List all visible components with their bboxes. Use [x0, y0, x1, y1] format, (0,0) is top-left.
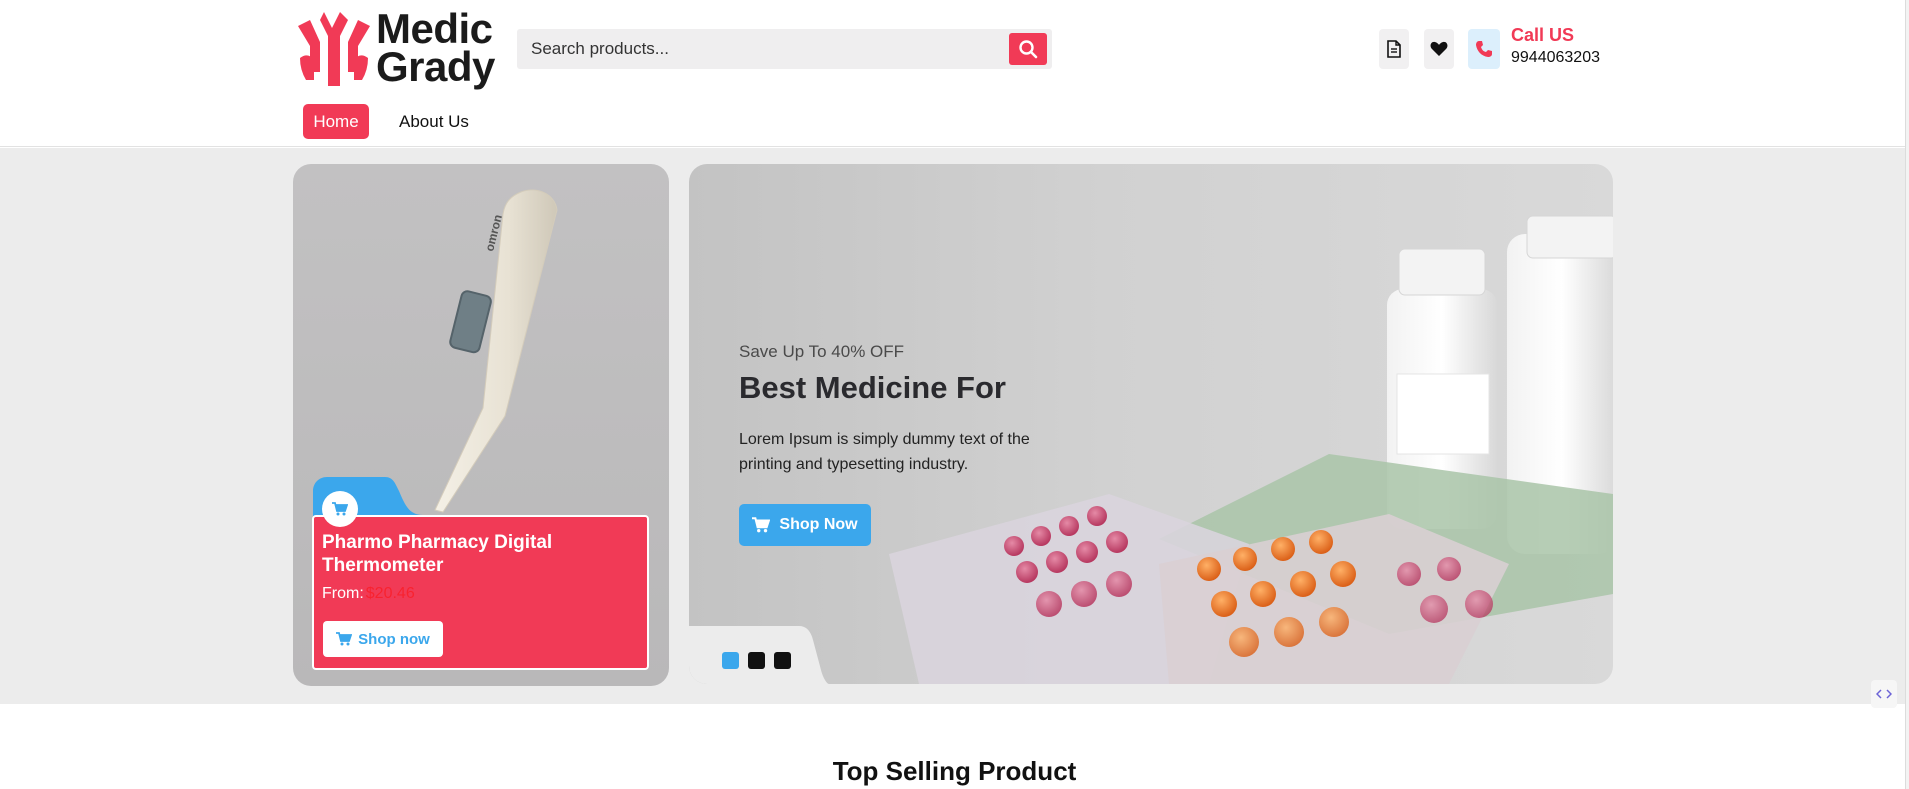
medicine-image — [889, 215, 1613, 684]
cart-icon — [752, 517, 771, 533]
hero-slider: Save Up To 40% OFF Best Medicine For Lor… — [689, 164, 1613, 684]
promo-price: $20.46 — [365, 585, 415, 602]
call-button[interactable] — [1468, 29, 1500, 69]
page: Medic Grady Search products... Call US 9… — [0, 0, 1909, 789]
promo-shop-button[interactable]: Shop now — [323, 621, 443, 657]
nav-item-home[interactable]: Home — [303, 104, 369, 139]
slider-dot-1[interactable] — [722, 652, 739, 669]
wishlist-button[interactable] — [1424, 29, 1454, 69]
cart-icon — [332, 502, 348, 516]
promo-from-label: From: — [322, 585, 364, 602]
heart-icon — [1430, 41, 1448, 56]
side-widget-button[interactable] — [1871, 680, 1897, 708]
slider-dot-2[interactable] — [748, 652, 765, 669]
promo-shop-label: Shop now — [358, 630, 430, 648]
site-header: Medic Grady Search products... Call US 9… — [0, 0, 1909, 147]
brand-line-2: Grady — [376, 43, 495, 90]
search-bar — [517, 29, 1052, 69]
document-icon — [1387, 40, 1401, 58]
scrollbar[interactable] — [1905, 0, 1909, 789]
nav-item-about[interactable]: About Us — [399, 112, 469, 132]
cart-icon — [336, 632, 353, 646]
search-input[interactable] — [517, 29, 1007, 69]
slide-body: Lorem Ipsum is simply dummy text of the … — [739, 431, 1030, 473]
promo-card: omron Pharmo Pharmacy Digital Thermomete… — [293, 164, 669, 686]
phone-icon — [1476, 41, 1492, 57]
promo-title[interactable]: Pharmo Pharmacy Digital Thermometer — [322, 531, 622, 577]
promo-cart-button[interactable] — [322, 491, 358, 527]
slide-shop-label: Shop Now — [779, 516, 858, 533]
promo-price-line: From: $20.46 — [322, 585, 415, 603]
brand-logo[interactable]: Medic Grady — [294, 8, 495, 90]
document-button[interactable] — [1379, 29, 1409, 69]
call-title: Call US — [1511, 25, 1575, 45]
slider-dot-3[interactable] — [774, 652, 791, 669]
slide-eyebrow: Save Up To 40% OFF — [739, 342, 905, 361]
slide-heading: Best Medicine For — [739, 370, 1006, 405]
call-number[interactable]: 9944063203 — [1511, 49, 1600, 67]
logo-mark-icon — [298, 12, 370, 86]
search-icon — [1019, 40, 1038, 59]
code-icon — [1876, 689, 1892, 699]
section-title-top-selling: Top Selling Product — [832, 756, 1077, 786]
slide-shop-button[interactable]: Shop Now — [739, 504, 871, 546]
search-button[interactable] — [1009, 33, 1047, 65]
brand-wordmark: Medic Grady — [376, 8, 495, 90]
